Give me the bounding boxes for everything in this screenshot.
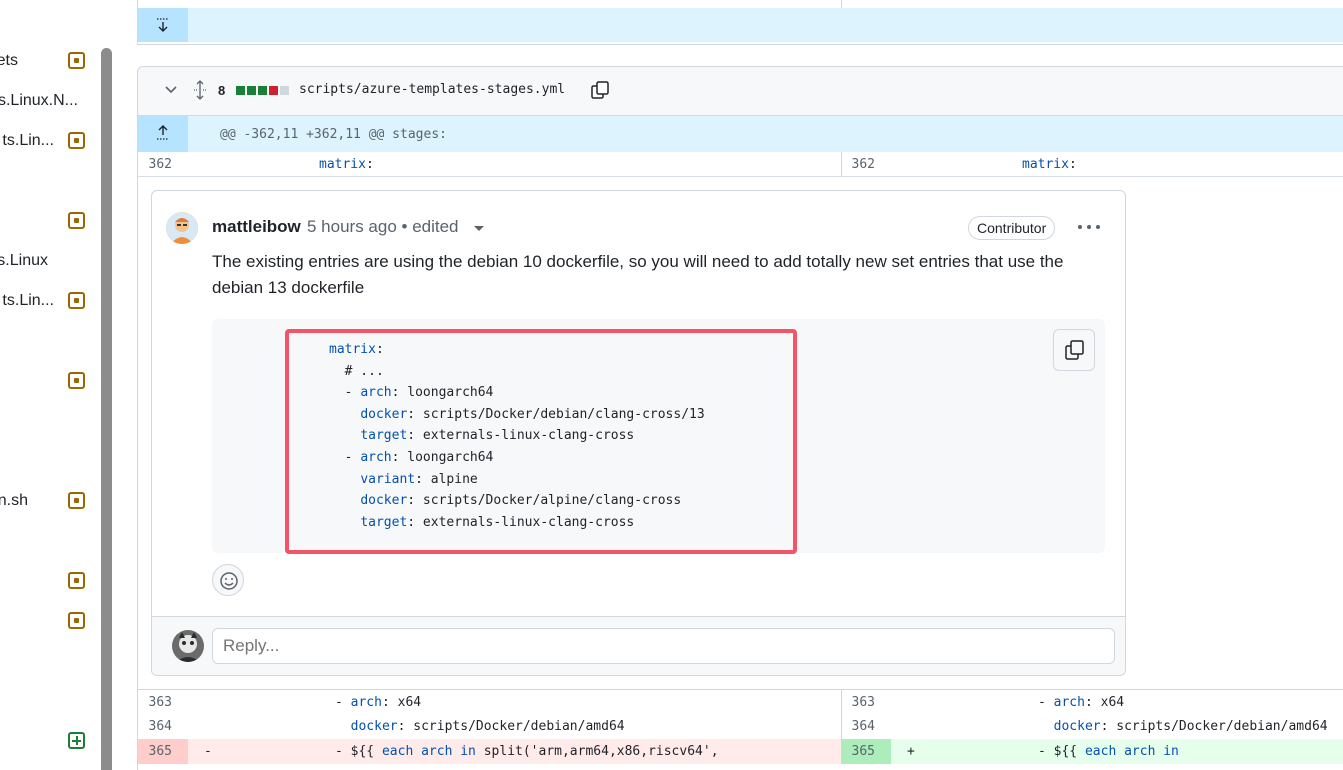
file-modified-icon <box>68 52 85 69</box>
file-tree-item[interactable]: ets <box>0 51 100 71</box>
review-comment-thread: mattleibow 5 hours ago • edited Contribu… <box>151 190 1126 676</box>
file-tree-item-label: ts.Lin... <box>2 292 54 309</box>
copy-icon <box>1065 340 1084 360</box>
unfold-down-icon <box>157 18 169 32</box>
file-diff: 8 scripts/azure-templates-stages.yml @@ … <box>137 66 1343 770</box>
avatar <box>172 630 204 662</box>
file-tree-item[interactable]: ts.Lin... <box>0 291 100 311</box>
code-text: : scripts/Docker/debian/amd64 <box>397 719 625 734</box>
file-tree-item[interactable]: s.Linux.N... <box>0 91 100 111</box>
code-key: docker <box>350 719 398 734</box>
code-text: : scripts/Docker/debian/amd64 <box>1100 719 1328 734</box>
file-tree-item[interactable]: ts.Lin... <box>0 131 100 151</box>
file-modified-icon <box>68 572 85 589</box>
avatar[interactable] <box>166 212 198 244</box>
code-key: arch <box>350 695 382 710</box>
file-header: 8 scripts/azure-templates-stages.yml <box>138 67 1343 116</box>
copy-icon[interactable] <box>590 80 610 100</box>
comment-body: The existing entries are using the debia… <box>212 252 1064 297</box>
diff-line: 362 matrix: 362 matrix: <box>138 152 1343 177</box>
line-number[interactable]: 365 <box>138 739 188 764</box>
smiley-icon <box>220 572 238 590</box>
copy-code-button[interactable] <box>1053 329 1095 371</box>
file-tree: ets s.Linux.N... ts.Lin... s.Linux ts.Li… <box>0 0 100 770</box>
add-reaction-button[interactable] <box>212 564 244 596</box>
comment-meta[interactable]: 5 hours ago • edited <box>307 217 459 237</box>
reply-input[interactable] <box>212 628 1115 664</box>
previous-file-diff <box>137 0 1343 45</box>
code-text: : x64 <box>1084 695 1125 710</box>
code-text-deleted: - ${{ each arch in split('arm,arm64,x86,… <box>335 744 719 759</box>
diff-line: 364 docker: scripts/Docker/debian/amd64 … <box>138 714 1343 739</box>
diffstat <box>236 86 291 96</box>
unfold-icon[interactable] <box>192 80 208 100</box>
user-avatar-icon <box>172 630 204 662</box>
code-key: docker <box>1053 719 1101 734</box>
line-number[interactable]: 364 <box>841 714 891 739</box>
expand-row <box>138 8 1343 42</box>
chevron-down-icon[interactable] <box>164 83 178 97</box>
line-number[interactable]: 365 <box>841 739 891 764</box>
expand-down-button[interactable] <box>138 8 188 42</box>
file-modified-icon <box>68 292 85 309</box>
diff-marker: + <box>907 744 915 759</box>
file-tree-item-label: ts.Lin... <box>2 132 54 149</box>
file-added-icon <box>68 732 85 749</box>
file-modified-icon <box>68 212 85 229</box>
expand-up-button[interactable] <box>138 116 188 152</box>
reply-bar <box>152 616 1125 675</box>
line-number[interactable]: 363 <box>138 690 188 715</box>
line-number[interactable]: 364 <box>138 714 188 739</box>
file-modified-icon <box>68 492 85 509</box>
caret-down-icon[interactable] <box>474 226 484 231</box>
sidebar-scrollbar[interactable] <box>101 48 112 770</box>
file-tree-item-label: s.Linux <box>0 252 48 269</box>
highlight-box <box>285 329 797 554</box>
file-tree-item-label: ets <box>0 52 18 69</box>
file-tree-item[interactable] <box>0 571 100 591</box>
file-modified-icon <box>68 612 85 629</box>
file-tree-item-label: s.Linux.N... <box>0 92 78 109</box>
line-number[interactable]: 362 <box>138 152 188 177</box>
contributor-badge: Contributor <box>968 216 1056 240</box>
hunk-header-text: @@ -362,11 +362,11 @@ stages: <box>220 127 447 142</box>
code-key: matrix <box>1022 157 1069 172</box>
hunk-header: @@ -362,11 +362,11 @@ stages: <box>138 116 1343 152</box>
file-tree-item[interactable] <box>0 371 100 391</box>
file-modified-icon <box>68 132 85 149</box>
file-tree-item[interactable] <box>0 211 100 231</box>
file-tree-item-label: n.sh <box>0 492 28 509</box>
changes-count: 8 <box>218 83 226 98</box>
code-text: : x64 <box>381 695 422 710</box>
kebab-horizontal-icon[interactable] <box>1077 221 1101 233</box>
file-tree-item[interactable] <box>0 731 100 751</box>
file-tree-item[interactable]: n.sh <box>0 491 100 511</box>
unfold-up-icon <box>157 125 169 140</box>
code-text-added: - ${{ each arch in <box>1038 744 1179 759</box>
code-text: : <box>365 157 374 172</box>
code-key: matrix <box>319 157 366 172</box>
code-text: - <box>1038 695 1054 710</box>
code-text: - <box>335 695 351 710</box>
file-tree-item[interactable] <box>0 611 100 631</box>
file-path[interactable]: scripts/azure-templates-stages.yml <box>299 82 565 97</box>
code-block: matrix: # ... - arch: loongarch64 docker… <box>212 319 1105 554</box>
file-modified-icon <box>68 372 85 389</box>
user-avatar-icon <box>166 212 198 244</box>
line-number[interactable]: 363 <box>841 690 891 715</box>
comment-author[interactable]: mattleibow <box>212 217 301 237</box>
line-number[interactable]: 362 <box>841 152 891 177</box>
diff-marker: - <box>204 744 212 759</box>
file-tree-item[interactable]: s.Linux <box>0 251 100 271</box>
code-key: arch <box>1053 695 1085 710</box>
diff-line-changed: 365 - - ${{ each arch in split('arm,arm6… <box>138 739 1343 764</box>
code-text: : <box>1068 157 1077 172</box>
diff-line: 363 - arch: x64 363 - arch: x64 <box>138 689 1343 715</box>
